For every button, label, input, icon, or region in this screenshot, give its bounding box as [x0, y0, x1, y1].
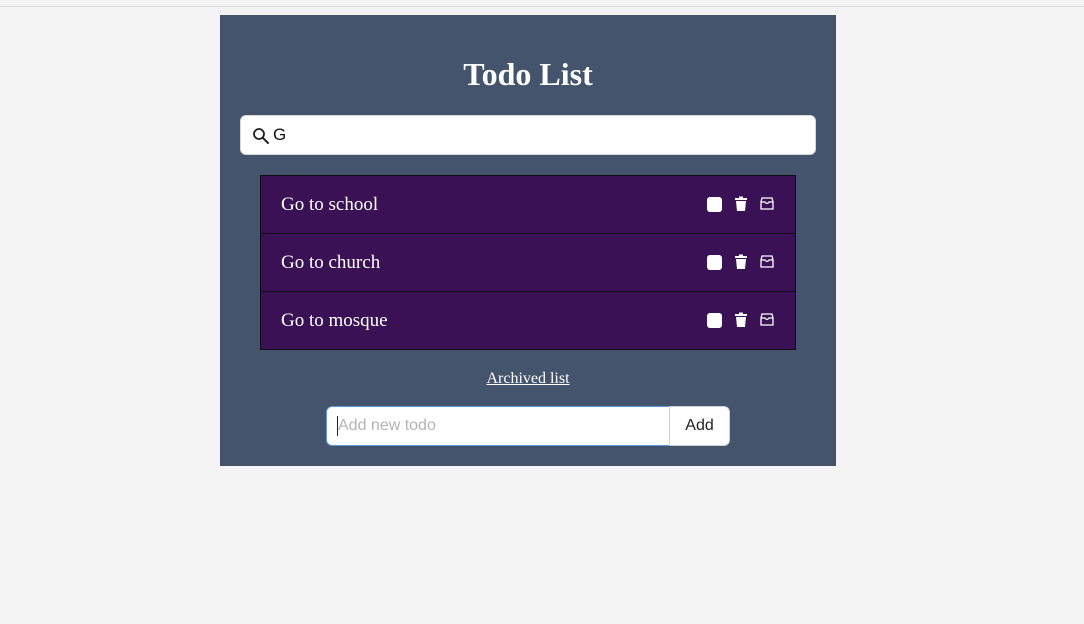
- search-icon: [253, 128, 269, 144]
- todo-list: Go to school Go to church Go to mosque: [260, 175, 796, 350]
- archived-list-link[interactable]: Archived list: [220, 370, 836, 388]
- search-box[interactable]: [240, 115, 816, 155]
- todo-text: Go to church: [281, 252, 381, 273]
- done-checkbox[interactable]: [707, 197, 722, 212]
- add-todo-form: Add: [326, 406, 730, 446]
- search-input[interactable]: [273, 116, 803, 154]
- trash-icon[interactable]: [734, 196, 748, 212]
- list-item: Go to mosque: [260, 291, 796, 350]
- text-caret: [337, 416, 338, 436]
- todo-text: Go to mosque: [281, 310, 388, 331]
- page-title: Todo List: [463, 56, 593, 92]
- trash-icon[interactable]: [734, 254, 748, 270]
- todo-text: Go to school: [281, 194, 379, 215]
- archive-icon[interactable]: [760, 254, 774, 269]
- todo-panel: Todo List Go to school Go to church: [220, 15, 836, 466]
- archive-icon[interactable]: [760, 196, 774, 211]
- trash-icon[interactable]: [734, 312, 748, 328]
- new-todo-input[interactable]: [326, 406, 670, 446]
- top-divider: [0, 6, 1084, 7]
- done-checkbox[interactable]: [707, 255, 722, 270]
- add-button[interactable]: Add: [669, 406, 730, 446]
- list-item: Go to church: [260, 233, 796, 292]
- archive-icon[interactable]: [760, 312, 774, 327]
- done-checkbox[interactable]: [707, 313, 722, 328]
- list-item: Go to school: [260, 175, 796, 234]
